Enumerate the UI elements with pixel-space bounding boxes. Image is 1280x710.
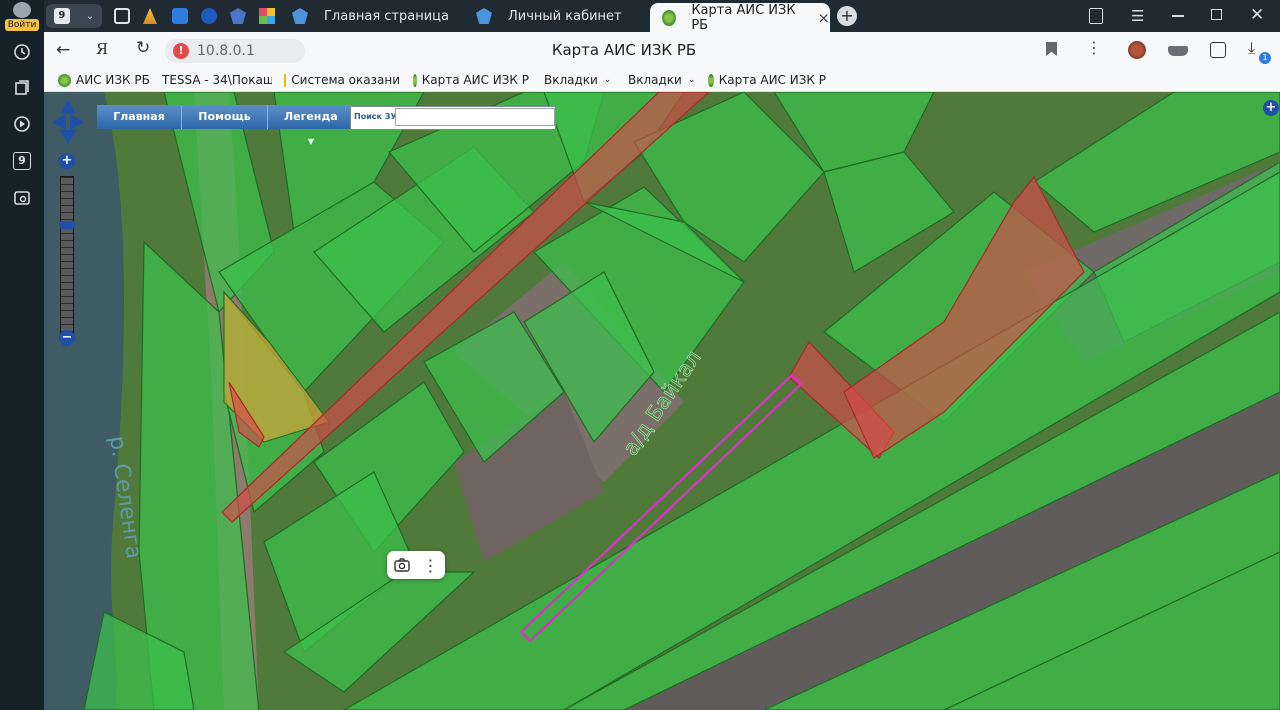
bookmark-item[interactable]: Система оказани bbox=[284, 72, 400, 88]
search-input[interactable] bbox=[395, 108, 555, 126]
extension-icon[interactable] bbox=[1168, 46, 1188, 56]
close-window-icon[interactable]: ✕ bbox=[1250, 5, 1264, 25]
mail-icon[interactable] bbox=[172, 8, 188, 24]
login-label: Войти bbox=[4, 19, 40, 31]
chevron-down-icon: ⌄ bbox=[687, 75, 696, 85]
bookmark-icon[interactable] bbox=[1046, 42, 1057, 56]
bookmark-folder[interactable]: Вкладки ⌄ bbox=[544, 72, 614, 88]
history-icon[interactable] bbox=[8, 38, 36, 66]
bookmark-item[interactable]: Карта АИС ИЗК Р bbox=[413, 72, 529, 88]
gosuslugi-icon bbox=[476, 8, 492, 24]
emblem-icon[interactable] bbox=[230, 8, 246, 24]
avatar bbox=[13, 2, 31, 18]
login-button[interactable]: Войти bbox=[4, 2, 40, 32]
chevron-down-icon: ⌄ bbox=[85, 10, 95, 22]
ais-globe-icon bbox=[708, 73, 714, 87]
bookmark-label: TESSA - 34\Покащ bbox=[162, 73, 272, 87]
browser-sidebar: Войти 9 bbox=[0, 0, 44, 710]
bookmarks-bar: АИС ИЗК РБ TESSA - 34\Покащ Система оказ… bbox=[44, 68, 1280, 92]
pan-control[interactable] bbox=[52, 100, 84, 144]
zoom-in-button[interactable]: + bbox=[59, 153, 75, 169]
bookmark-item[interactable]: Карта АИС ИЗК Р bbox=[708, 72, 826, 88]
close-icon[interactable]: × bbox=[817, 9, 830, 27]
capture-toolbar: ⋮ bbox=[387, 551, 445, 579]
download-icon[interactable]: ⤓ bbox=[1248, 38, 1255, 58]
tab-group-count: 9 bbox=[53, 8, 70, 24]
home-button[interactable]: Главная bbox=[97, 105, 182, 129]
bookmark-label: Система оказани bbox=[291, 73, 400, 87]
tab-strip: 9 ⌄ Главная страница Личный кабинет Карт… bbox=[44, 0, 1280, 33]
bookmark-label: АИС ИЗК РБ bbox=[76, 73, 150, 87]
pinned-tab-icon[interactable] bbox=[114, 8, 130, 24]
map-toolbar: Главная Помощь Легенда ▼ bbox=[97, 105, 351, 146]
bookmarks-panel-icon[interactable] bbox=[1089, 8, 1103, 24]
folder-icon bbox=[284, 73, 287, 87]
pinned-tab-icon[interactable] bbox=[201, 8, 217, 24]
pan-up-icon[interactable] bbox=[60, 100, 76, 114]
play-icon[interactable] bbox=[8, 110, 36, 138]
tab-count-label: 9 bbox=[13, 152, 31, 170]
search-label: Поиск ЗУ bbox=[354, 112, 397, 121]
pinned-tab-icon[interactable] bbox=[259, 8, 275, 24]
help-button[interactable]: Помощь bbox=[182, 105, 268, 129]
url-text: 10.8.0.1 bbox=[197, 43, 255, 59]
chevron-down-icon: ⌄ bbox=[603, 75, 612, 85]
url-field[interactable]: ! 10.8.0.1 bbox=[165, 39, 305, 63]
tab-label: Личный кабинет bbox=[508, 8, 622, 24]
tab-group-button[interactable]: 9 ⌄ bbox=[46, 4, 102, 28]
new-tab-button[interactable]: + bbox=[837, 6, 857, 26]
bookmark-label: Вкладки bbox=[544, 73, 598, 87]
legend-label: Легенда bbox=[284, 110, 338, 123]
bookmark-folder[interactable]: Вкладки ⌄ bbox=[628, 72, 698, 88]
bookmark-item[interactable]: TESSA - 34\Покащ bbox=[157, 72, 272, 88]
ais-globe-icon bbox=[58, 73, 71, 87]
bookmark-label: Вкладки bbox=[628, 73, 682, 87]
tab-home[interactable]: Главная страница bbox=[290, 3, 462, 29]
parcel-search: Поиск ЗУ bbox=[350, 106, 556, 130]
tab-label: Главная страница bbox=[324, 8, 449, 24]
tab-label: Карта АИС ИЗК РБ bbox=[691, 2, 796, 33]
pan-left-icon[interactable] bbox=[52, 114, 66, 130]
minimize-icon[interactable] bbox=[1172, 15, 1184, 17]
gosuslugi-icon bbox=[292, 8, 308, 24]
map-view[interactable]: р. Селенга а/д Байкал Главная Помощь Лег… bbox=[44, 92, 1280, 710]
map-canvas[interactable]: р. Селенга а/д Байкал bbox=[44, 92, 1280, 710]
pan-right-icon[interactable] bbox=[70, 114, 84, 130]
collections-icon[interactable] bbox=[8, 74, 36, 102]
bookmark-label: Карта АИС ИЗК Р bbox=[421, 73, 529, 87]
reload-icon[interactable]: ↻ bbox=[136, 38, 150, 58]
legend-button[interactable]: Легенда ▼ bbox=[268, 105, 351, 146]
screenshot-icon[interactable] bbox=[8, 184, 36, 212]
zoom-slider[interactable] bbox=[59, 176, 75, 334]
bookmark-label: Карта АИС ИЗК Р bbox=[718, 73, 826, 87]
yandex-icon[interactable]: Я bbox=[96, 40, 108, 58]
tab-cabinet[interactable]: Личный кабинет bbox=[474, 3, 646, 29]
more-icon[interactable]: ⋮ bbox=[1086, 38, 1102, 57]
more-icon[interactable]: ⋮ bbox=[423, 556, 439, 575]
ais-globe-icon bbox=[413, 73, 417, 87]
download-badge: 1 bbox=[1259, 52, 1271, 64]
zoom-handle[interactable] bbox=[59, 221, 75, 229]
address-bar: ← Я ↻ ! 10.8.0.1 Карта АИС ИЗК РБ ⋮ ⤓ 1 bbox=[44, 32, 1280, 68]
caret-down-icon: ▼ bbox=[307, 137, 315, 146]
ais-globe-icon bbox=[662, 9, 677, 26]
tab-map[interactable]: Карта АИС ИЗК РБ × bbox=[650, 2, 830, 33]
expand-panel-button[interactable]: + bbox=[1263, 100, 1279, 116]
menu-icon[interactable]: ☰ bbox=[1131, 7, 1144, 25]
page-title: Карта АИС ИЗК РБ bbox=[551, 41, 697, 59]
extensions-icon[interactable] bbox=[1210, 42, 1226, 58]
restore-icon[interactable] bbox=[1211, 9, 1222, 20]
camera-icon[interactable] bbox=[393, 558, 410, 572]
back-icon[interactable]: ← bbox=[56, 40, 70, 60]
pinned-tab-icon[interactable] bbox=[143, 8, 157, 24]
tab-count-icon[interactable]: 9 bbox=[8, 147, 36, 175]
pan-down-icon[interactable] bbox=[60, 130, 76, 144]
zoom-out-button[interactable]: − bbox=[59, 330, 75, 346]
extension-icon[interactable] bbox=[1128, 41, 1146, 59]
warning-icon[interactable]: ! bbox=[173, 43, 189, 59]
bookmark-item[interactable]: АИС ИЗК РБ bbox=[58, 72, 160, 88]
